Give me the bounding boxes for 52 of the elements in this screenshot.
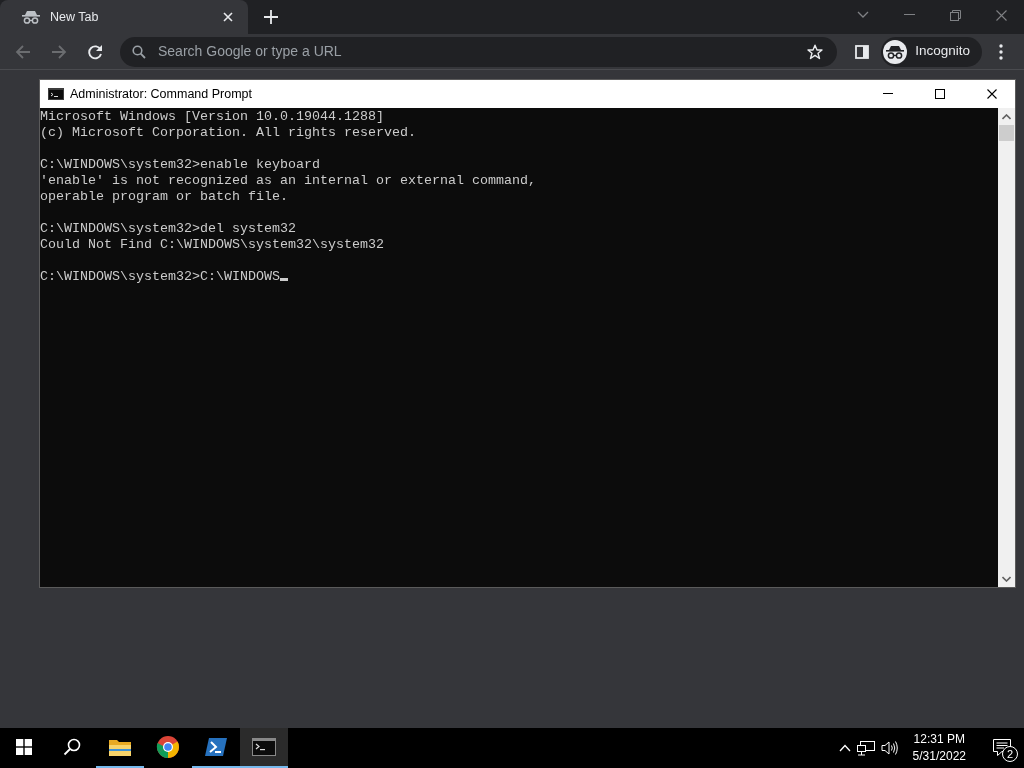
side-panel-icon — [855, 44, 870, 59]
chevron-up-icon[interactable] — [838, 744, 851, 752]
chevron-up-icon — [1002, 113, 1011, 120]
console-line: 'enable' is not recognized as an internal or external command, — [40, 173, 536, 188]
network-icon[interactable] — [856, 740, 875, 756]
profile-button[interactable]: Incognito — [881, 36, 982, 67]
notifications-button[interactable]: 2 — [980, 728, 1024, 768]
command-prompt-line[interactable]: C:\WINDOWS\system32>C:\WINDOWS — [40, 269, 280, 284]
console-line: C:\WINDOWS\system32>del system32 — [40, 221, 296, 236]
close-icon — [223, 12, 233, 22]
window-title: Administrator: Command Prompt — [70, 85, 253, 103]
chevron-down-icon — [857, 11, 869, 19]
search-icon — [63, 738, 81, 756]
search-icon — [132, 44, 146, 59]
menu-icon — [999, 43, 1003, 60]
address-bar[interactable]: Search Google or type a URL — [120, 36, 838, 67]
incognito-icon — [886, 44, 905, 59]
close-icon — [987, 89, 997, 99]
chevron-down-icon — [1002, 575, 1011, 582]
restore-icon — [949, 9, 961, 21]
incognito-icon — [22, 10, 40, 24]
forward-arrow-icon — [51, 43, 67, 60]
console-icon — [252, 738, 276, 756]
taskbar-app-button[interactable] — [240, 728, 288, 768]
speaker-icon[interactable] — [880, 740, 899, 756]
browser-tab[interactable]: New Tab — [0, 0, 248, 34]
scrollbar-thumb[interactable] — [999, 125, 1014, 141]
back-arrow-icon — [15, 43, 31, 60]
notification-count: 2 — [1002, 746, 1018, 762]
maximize-icon — [935, 89, 945, 99]
tab-title: New Tab — [50, 8, 100, 26]
folder-icon — [108, 737, 132, 757]
plus-icon — [264, 10, 278, 24]
minimize-icon — [883, 93, 893, 95]
console-line: Could Not Find C:\WINDOWS\system32\system32 — [40, 237, 384, 252]
text-cursor — [279, 278, 288, 281]
minimize-icon — [903, 14, 915, 16]
close-icon — [995, 9, 1007, 21]
reload-icon — [87, 43, 103, 60]
console-line: C:\WINDOWS\system32>enable keyboard — [40, 157, 320, 172]
address-field[interactable]: Search Google or type a URL — [156, 40, 794, 63]
chrome-icon — [156, 735, 180, 759]
windows-logo-icon — [16, 739, 32, 755]
console-line: Microsoft Windows [Version 10.0.19044.1288] — [40, 109, 384, 124]
console-line: operable program or batch file. — [40, 189, 288, 204]
notification-icon — [993, 739, 1011, 757]
scrollbar[interactable] — [998, 108, 1015, 587]
powershell-icon — [204, 737, 228, 757]
star-icon — [807, 43, 824, 60]
console-icon — [48, 88, 64, 100]
clock[interactable]: 12:31 PM 5/31/2022 — [904, 731, 974, 765]
console-line: (c) Microsoft Corporation. All rights reserved. — [40, 125, 416, 140]
